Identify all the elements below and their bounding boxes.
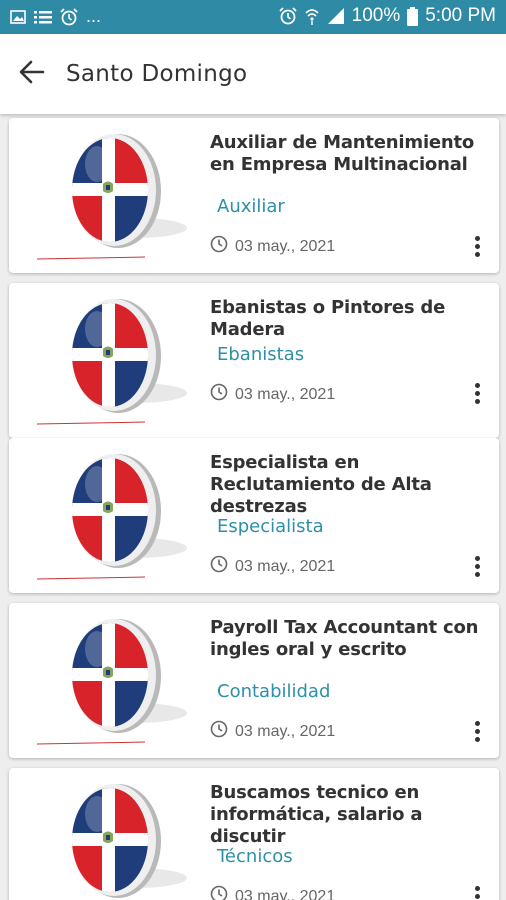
job-date: 03 may., 2021	[210, 383, 335, 406]
job-category: Especialista	[217, 516, 324, 537]
image-icon	[10, 9, 26, 24]
job-category: Auxiliar	[217, 196, 285, 217]
job-title: Payroll Tax Accountant con ingles oral y…	[210, 617, 479, 660]
job-title: Ebanistas o Pintores de Madera	[210, 297, 446, 340]
job-date-text: 03 may., 2021	[235, 237, 336, 255]
job-date: 03 may., 2021	[210, 235, 335, 258]
app-bar: Santo Domingo	[0, 34, 506, 114]
status-overflow: ...	[86, 6, 102, 26]
job-date-text: 03 may., 2021	[235, 385, 336, 403]
arrow-left-icon	[19, 60, 45, 89]
page-title: Santo Domingo	[66, 61, 248, 87]
flag-thumbnail	[23, 613, 198, 745]
more-options-button[interactable]	[467, 232, 487, 260]
job-card[interactable]: Auxiliar de Mantenimiento en Empresa Mul…	[9, 118, 499, 273]
job-date-text: 03 may., 2021	[235, 557, 336, 575]
job-category: Técnicos	[217, 846, 293, 867]
flag-thumbnail	[23, 128, 198, 260]
status-bar: ... 100% 5:00 PM	[0, 0, 506, 34]
job-card[interactable]: Payroll Tax Accountant con ingles oral y…	[9, 603, 499, 758]
clock-icon	[210, 720, 228, 743]
clock-icon	[210, 555, 228, 578]
back-button[interactable]	[16, 58, 48, 90]
clock-time: 5:00 PM	[425, 5, 496, 26]
battery-percent: 100%	[351, 5, 401, 26]
job-title: Auxiliar de Mantenimiento en Empresa Mul…	[210, 132, 475, 175]
job-date-text: 03 may., 2021	[235, 722, 336, 740]
flag-thumbnail	[23, 778, 198, 900]
job-date: 03 may., 2021	[210, 885, 335, 900]
job-date: 03 may., 2021	[210, 720, 335, 743]
alarm-icon	[60, 7, 78, 26]
job-category: Contabilidad	[217, 681, 331, 702]
alarm-icon	[278, 7, 297, 25]
clock-icon	[210, 885, 228, 900]
job-category: Ebanistas	[217, 344, 305, 365]
more-options-button[interactable]	[467, 717, 487, 745]
job-date-text: 03 may., 2021	[235, 887, 336, 900]
signal-icon	[327, 7, 345, 25]
more-options-button[interactable]	[467, 379, 487, 407]
more-options-button[interactable]	[467, 882, 487, 900]
job-title: Especialista en Reclutamiento de Alta de…	[210, 452, 432, 517]
flag-thumbnail	[23, 448, 198, 580]
clock-icon	[210, 235, 228, 258]
flag-thumbnail	[23, 293, 198, 425]
more-options-button[interactable]	[467, 552, 487, 580]
job-card[interactable]: Buscamos tecnico en informática, salario…	[9, 768, 499, 900]
job-list[interactable]: Auxiliar de Mantenimiento en Empresa Mul…	[0, 114, 506, 900]
job-title: Buscamos tecnico en informática, salario…	[210, 782, 423, 847]
wifi-icon	[304, 7, 320, 25]
list-icon	[34, 10, 52, 24]
job-date: 03 may., 2021	[210, 555, 335, 578]
battery-icon	[407, 6, 419, 26]
job-card[interactable]: Especialista en Reclutamiento de Alta de…	[9, 438, 499, 593]
job-card[interactable]: Ebanistas o Pintores de Madera Ebanistas…	[9, 283, 499, 438]
clock-icon	[210, 383, 228, 406]
